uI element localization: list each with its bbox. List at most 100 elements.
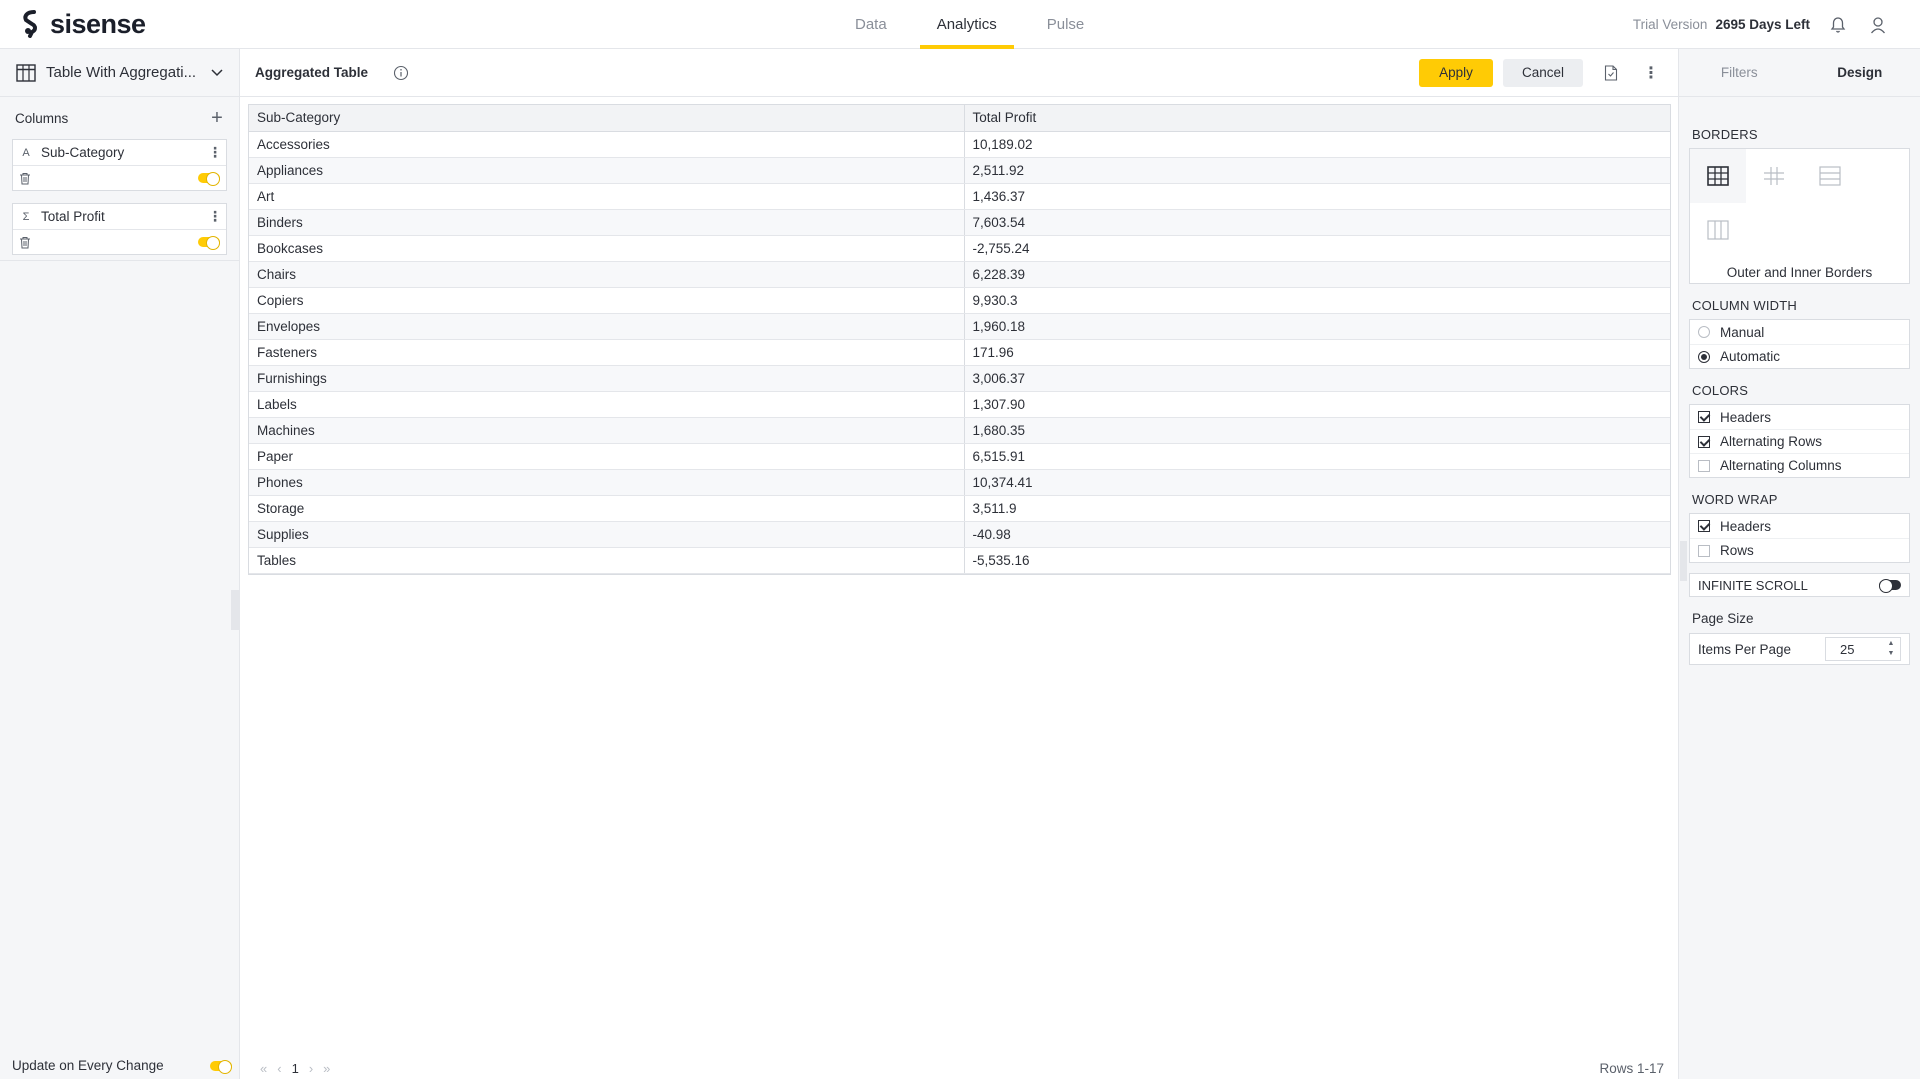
stepper-up-icon[interactable]: ▲ — [1884, 639, 1898, 649]
checkbox-wrap-rows[interactable] — [1698, 544, 1710, 557]
add-column-icon[interactable]: + — [207, 107, 227, 130]
widget-header: Aggregated Table Apply Cancel ⋮ — [240, 49, 1678, 97]
left-panel-collapse-handle[interactable] — [231, 590, 240, 630]
column-row[interactable]: A Sub-Category ⋮ — [13, 140, 226, 166]
cell-sub-category[interactable]: Storage — [249, 495, 965, 522]
checkbox-headers[interactable] — [1698, 411, 1710, 423]
infinite-scroll-toggle[interactable] — [1879, 579, 1901, 593]
cell-sub-category[interactable]: Supplies — [249, 521, 965, 548]
cell-total-profit[interactable]: -2,755.24 — [964, 235, 1670, 262]
radio-manual[interactable] — [1698, 326, 1710, 338]
widget-title[interactable]: Aggregated Table — [255, 65, 368, 80]
cell-total-profit[interactable]: 1,680.35 — [964, 417, 1670, 444]
cell-sub-category[interactable]: Binders — [249, 209, 965, 236]
checkbox-alternating-rows[interactable] — [1698, 435, 1710, 448]
table-row: Binders 7,603.54 — [249, 209, 1670, 236]
cell-total-profit[interactable]: -40.98 — [964, 521, 1670, 548]
kebab-menu-icon[interactable]: ⋮ — [208, 208, 222, 225]
cell-total-profit[interactable]: 3,511.9 — [964, 495, 1670, 522]
cell-sub-category[interactable]: Copiers — [249, 287, 965, 314]
cell-sub-category[interactable]: Fasteners — [249, 339, 965, 366]
tab-pulse[interactable]: Pulse — [1030, 0, 1102, 49]
horizontal-borders-icon[interactable] — [1802, 149, 1858, 203]
cell-total-profit[interactable]: -5,535.16 — [964, 547, 1670, 574]
cell-sub-category[interactable]: Chairs — [249, 261, 965, 288]
colors-alternating-rows[interactable]: Alternating Rows — [1690, 429, 1909, 453]
cancel-button[interactable]: Cancel — [1503, 58, 1583, 87]
update-on-change-toggle[interactable] — [210, 1059, 232, 1074]
tab-filters[interactable]: Filters — [1679, 49, 1800, 96]
first-page-icon[interactable]: « — [260, 1061, 267, 1076]
items-per-page-stepper[interactable]: ▲ ▼ — [1825, 637, 1901, 661]
cell-sub-category[interactable]: Furnishings — [249, 365, 965, 392]
stepper-down-icon[interactable]: ▼ — [1884, 649, 1898, 659]
cell-total-profit[interactable]: 171.96 — [964, 339, 1670, 366]
stepper-arrows[interactable]: ▲ ▼ — [1884, 639, 1898, 659]
cell-sub-category[interactable]: Labels — [249, 391, 965, 418]
tab-analytics[interactable]: Analytics — [919, 0, 1014, 49]
option-label: Alternating Columns — [1720, 458, 1842, 473]
cell-total-profit[interactable]: 10,374.41 — [964, 469, 1670, 496]
outer-inner-borders-icon[interactable] — [1690, 149, 1746, 203]
checkbox-alternating-columns[interactable] — [1698, 459, 1710, 472]
option-label: Automatic — [1720, 349, 1781, 364]
inner-borders-icon[interactable] — [1746, 149, 1802, 203]
cell-sub-category[interactable]: Bookcases — [249, 235, 965, 262]
column-enabled-toggle[interactable] — [198, 236, 220, 250]
cell-sub-category[interactable]: Machines — [249, 417, 965, 444]
user-icon[interactable] — [1866, 13, 1890, 37]
current-page-number[interactable]: 1 — [292, 1061, 299, 1076]
word-wrap-rows[interactable]: Rows — [1690, 538, 1909, 562]
cell-sub-category[interactable]: Envelopes — [249, 313, 965, 340]
radio-automatic[interactable] — [1698, 350, 1710, 363]
tab-data[interactable]: Data — [838, 0, 904, 49]
cell-sub-category[interactable]: Art — [249, 183, 965, 210]
cell-total-profit[interactable]: 10,189.02 — [964, 131, 1670, 158]
cell-total-profit[interactable]: 9,930.3 — [964, 287, 1670, 314]
cell-sub-category[interactable]: Tables — [249, 547, 965, 574]
cell-total-profit[interactable]: 1,960.18 — [964, 313, 1670, 340]
cell-sub-category[interactable]: Appliances — [249, 157, 965, 184]
cell-sub-category[interactable]: Phones — [249, 469, 965, 496]
table-row: Bookcases -2,755.24 — [249, 235, 1670, 262]
info-icon[interactable] — [393, 65, 409, 81]
colors-headers[interactable]: Headers — [1690, 405, 1909, 429]
vertical-borders-icon[interactable] — [1690, 203, 1746, 257]
cell-sub-category[interactable]: Paper — [249, 443, 965, 470]
colors-alternating-columns[interactable]: Alternating Columns — [1690, 453, 1909, 477]
document-icon[interactable] — [1599, 59, 1623, 87]
cell-total-profit[interactable]: 6,515.91 — [964, 443, 1670, 470]
more-options-icon[interactable]: ⋮ — [1639, 59, 1663, 87]
trash-icon[interactable] — [19, 236, 31, 249]
column-width-automatic[interactable]: Automatic — [1690, 344, 1909, 368]
cell-total-profit[interactable]: 1,307.90 — [964, 391, 1670, 418]
column-enabled-toggle[interactable] — [198, 172, 220, 186]
cell-total-profit[interactable]: 1,436.37 — [964, 183, 1670, 210]
column-width-manual[interactable]: Manual — [1690, 320, 1909, 344]
last-page-icon[interactable]: » — [323, 1061, 330, 1076]
cell-sub-category[interactable]: Accessories — [249, 131, 965, 158]
bell-icon[interactable] — [1826, 13, 1850, 37]
table-row: Appliances 2,511.92 — [249, 157, 1670, 184]
kebab-menu-icon[interactable]: ⋮ — [208, 144, 222, 161]
word-wrap-headers[interactable]: Headers — [1690, 514, 1909, 538]
items-per-page-input[interactable] — [1826, 641, 1884, 657]
column-header-sub-category[interactable]: Sub-Category — [249, 105, 965, 132]
cell-total-profit[interactable]: 3,006.37 — [964, 365, 1670, 392]
cell-total-profit[interactable]: 6,228.39 — [964, 261, 1670, 288]
column-row[interactable]: Σ Total Profit ⋮ — [13, 204, 226, 230]
checkbox-wrap-headers[interactable] — [1698, 520, 1710, 532]
next-page-icon[interactable]: › — [309, 1061, 313, 1076]
cell-total-profit[interactable]: 2,511.92 — [964, 157, 1670, 184]
widget-type-selector[interactable]: Table With Aggregati... — [0, 49, 239, 97]
right-panel-collapse-handle[interactable] — [1680, 541, 1687, 581]
cell-total-profit[interactable]: 7,603.54 — [964, 209, 1670, 236]
apply-button[interactable]: Apply — [1419, 58, 1493, 87]
update-on-change-label: Update on Every Change — [12, 1058, 164, 1073]
tab-design[interactable]: Design — [1800, 49, 1920, 96]
prev-page-icon[interactable]: ‹ — [277, 1061, 281, 1076]
trash-icon[interactable] — [19, 172, 31, 185]
sisense-logo[interactable]: sisense — [20, 9, 146, 39]
column-header-total-profit[interactable]: Total Profit — [964, 105, 1670, 132]
widget-editor-main: Aggregated Table Apply Cancel ⋮ Sub-Cate… — [240, 49, 1678, 1079]
